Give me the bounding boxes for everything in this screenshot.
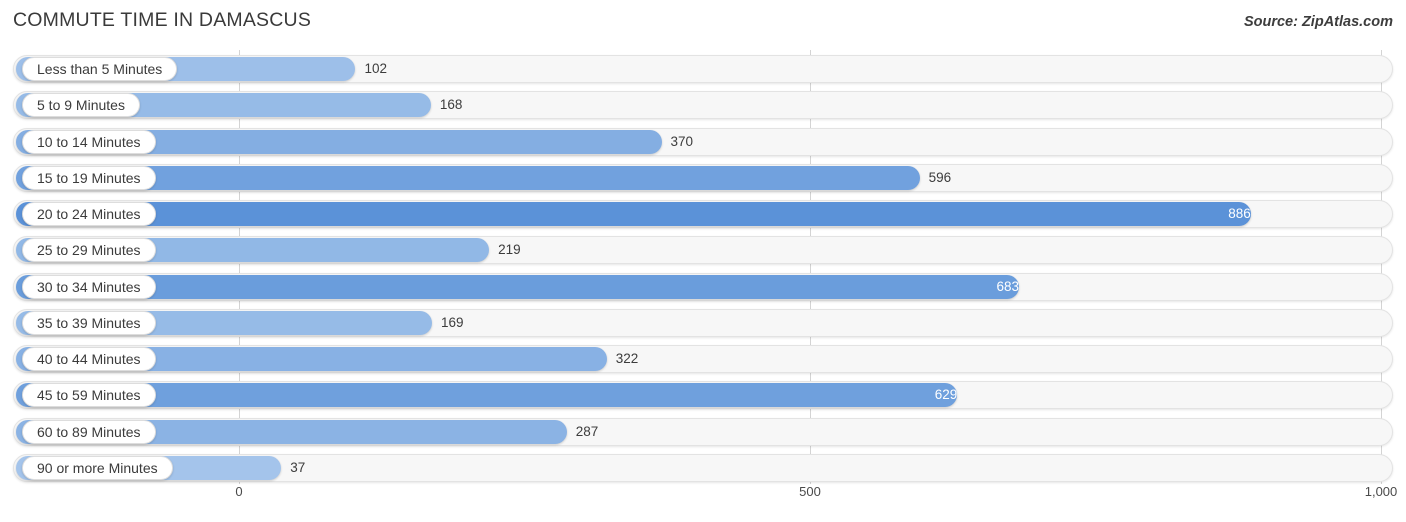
bar-value-label: 219	[498, 242, 521, 258]
bar-row[interactable]: 169 35 to 39 Minutes	[13, 308, 1393, 337]
category-label-text: 90 or more Minutes	[37, 459, 158, 476]
category-label-text: Less than 5 Minutes	[37, 61, 163, 77]
page-title: COMMUTE TIME IN DAMASCUS	[13, 9, 312, 31]
category-label-text: 15 to 19 Minutes	[37, 169, 141, 186]
bar-value-label: 629	[934, 387, 958, 403]
bar-row[interactable]: 322 40 to 44 Minutes	[13, 345, 1393, 374]
bar-row[interactable]: 683 30 to 34 Minutes	[13, 272, 1393, 301]
category-label-text: 20 to 24 Minutes	[37, 206, 141, 223]
category-label-pill: 45 to 59 Minutes	[22, 383, 156, 408]
category-label-text: 40 to 44 Minutes	[37, 351, 141, 368]
plot-area: 102 Less than 5 Minutes 168 5 to 9 Minutes 3…	[0, 50, 1406, 484]
bar-value-label: 37	[290, 459, 306, 475]
bar-value-label: 169	[440, 314, 464, 330]
bar-row[interactable]: 370 10 to 14 Minutes	[13, 127, 1393, 156]
category-label-pill: 60 to 89 Minutes	[22, 419, 156, 444]
bar-row[interactable]: 102 Less than 5 Minutes	[13, 55, 1393, 83]
category-label-text: 10 to 14 Minutes	[37, 133, 141, 150]
category-label-pill: 40 to 44 Minutes	[22, 347, 156, 372]
category-label-pill: 35 to 39 Minutes	[22, 310, 156, 335]
bar-value-label: 886	[1228, 206, 1251, 222]
category-label-pill: 25 to 29 Minutes	[22, 238, 156, 263]
category-label-pill: 10 to 14 Minutes	[22, 129, 156, 154]
category-label-text: 35 to 39 Minutes	[37, 314, 141, 331]
category-label-text: 30 to 34 Minutes	[37, 278, 141, 295]
bar	[16, 274, 1019, 299]
bar-value-label: 168	[439, 97, 463, 113]
category-label-pill: 90 or more Minutes	[22, 455, 173, 480]
bar-row[interactable]: 287 60 to 89 Minutes	[13, 417, 1393, 446]
bar-value-label: 596	[928, 169, 952, 185]
bar-row[interactable]: 886 20 to 24 Minutes	[13, 200, 1393, 229]
bar-value-label: 322	[615, 351, 639, 367]
x-axis: 0 500 1,000	[0, 484, 1406, 510]
bar-value-label: 102	[364, 61, 387, 76]
bar-row[interactable]: 168 5 to 9 Minutes	[13, 91, 1393, 120]
category-label-pill: 5 to 9 Minutes	[22, 93, 140, 118]
source-attribution: Source: ZipAtlas.com	[1243, 14, 1393, 30]
category-label-text: 5 to 9 Minutes	[37, 97, 125, 114]
x-axis-tick: 1,000	[1364, 484, 1398, 499]
bar-row[interactable]: 629 45 to 59 Minutes	[13, 381, 1393, 410]
chart-root: COMMUTE TIME IN DAMASCUS Source: ZipAtla…	[0, 0, 1406, 522]
bar	[16, 202, 1251, 227]
bar-row[interactable]: 596 15 to 19 Minutes	[13, 163, 1393, 192]
bar-row[interactable]: 219 25 to 29 Minutes	[13, 236, 1393, 265]
x-axis-tick: 500	[799, 484, 821, 499]
category-label-pill: 30 to 34 Minutes	[22, 274, 156, 299]
bar-value-label: 370	[670, 133, 694, 149]
bar-value-label: 683	[996, 278, 1019, 294]
category-label-text: 45 to 59 Minutes	[37, 387, 141, 404]
category-label-pill: 15 to 19 Minutes	[22, 165, 156, 190]
category-label-pill: 20 to 24 Minutes	[22, 202, 156, 227]
category-label-text: 25 to 29 Minutes	[37, 242, 141, 259]
category-label-text: 60 to 89 Minutes	[37, 423, 141, 440]
bar-row[interactable]: 37 90 or more Minutes	[13, 453, 1393, 482]
bar-value-label: 287	[575, 423, 599, 439]
bar	[16, 383, 958, 408]
category-label-pill: Less than 5 Minutes	[22, 57, 178, 81]
x-axis-tick: 0	[235, 484, 243, 499]
